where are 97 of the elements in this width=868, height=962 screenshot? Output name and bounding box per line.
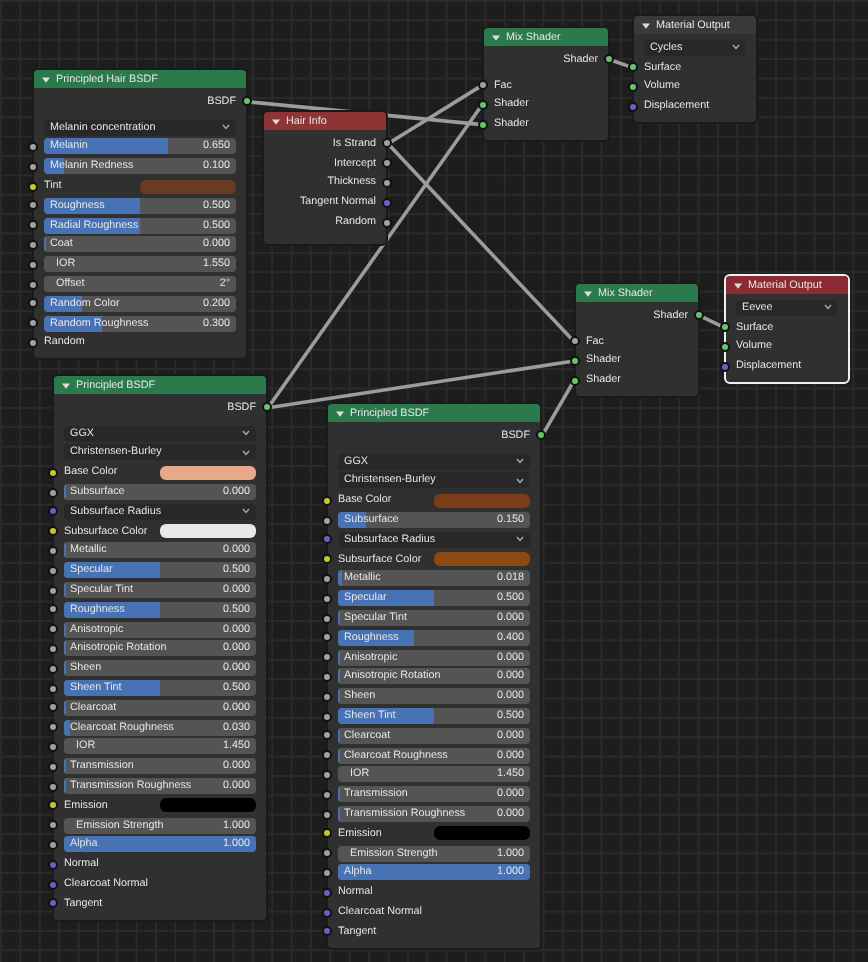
socket[interactable] [322, 613, 332, 624]
chevron-icon [732, 44, 740, 51]
socket[interactable] [322, 495, 332, 506]
collapse-triangle-icon[interactable] [62, 381, 70, 389]
socket[interactable] [628, 62, 638, 73]
socket[interactable] [48, 467, 58, 478]
collapse-triangle-icon[interactable] [42, 75, 50, 83]
chevron-icon [242, 508, 250, 515]
chevron-icon [516, 458, 524, 465]
socket[interactable] [48, 487, 58, 498]
socket[interactable] [28, 200, 38, 211]
color-swatch[interactable] [160, 524, 256, 539]
socket[interactable] [28, 298, 38, 309]
chevron-icon [222, 124, 230, 131]
collapse-triangle-icon[interactable] [734, 281, 742, 289]
socket[interactable] [28, 141, 38, 152]
socket[interactable] [322, 769, 332, 780]
socket[interactable] [48, 800, 58, 811]
socket[interactable] [322, 573, 332, 584]
socket[interactable] [322, 515, 332, 526]
socket[interactable] [48, 663, 58, 674]
socket[interactable] [322, 671, 332, 682]
socket[interactable] [322, 809, 332, 820]
socket[interactable] [536, 430, 546, 441]
socket[interactable] [28, 161, 38, 172]
node-link [609, 58, 633, 70]
socket[interactable] [720, 341, 730, 352]
socket[interactable] [48, 741, 58, 752]
node-link [699, 314, 725, 330]
socket[interactable] [48, 604, 58, 615]
socket[interactable] [694, 310, 704, 321]
socket[interactable] [322, 750, 332, 761]
socket[interactable] [48, 839, 58, 850]
socket[interactable] [28, 318, 38, 329]
socket[interactable] [48, 624, 58, 635]
chevron-icon [516, 536, 524, 543]
collapse-triangle-icon[interactable] [336, 409, 344, 417]
socket[interactable] [570, 355, 580, 366]
socket[interactable] [604, 54, 614, 65]
socket[interactable] [322, 593, 332, 604]
socket[interactable] [48, 761, 58, 772]
socket[interactable] [48, 526, 58, 537]
socket[interactable] [322, 691, 332, 702]
socket[interactable] [28, 337, 38, 348]
node-panel[interactable] [326, 402, 542, 950]
socket[interactable] [48, 722, 58, 733]
color-swatch[interactable] [140, 179, 236, 194]
socket[interactable] [48, 643, 58, 654]
socket[interactable] [28, 220, 38, 231]
socket[interactable] [322, 730, 332, 741]
chevron-icon [242, 430, 250, 437]
color-swatch[interactable] [160, 465, 256, 480]
color-swatch[interactable] [434, 493, 530, 508]
socket[interactable] [322, 848, 332, 859]
socket[interactable] [262, 402, 272, 413]
socket[interactable] [322, 652, 332, 663]
socket[interactable] [28, 239, 38, 250]
socket[interactable] [382, 217, 392, 228]
collapse-triangle-icon[interactable] [642, 21, 650, 29]
collapse-triangle-icon[interactable] [584, 289, 592, 297]
socket[interactable] [382, 158, 392, 169]
socket[interactable] [570, 375, 580, 386]
socket[interactable] [570, 336, 580, 347]
socket[interactable] [322, 789, 332, 800]
socket[interactable] [28, 279, 38, 290]
socket[interactable] [478, 80, 488, 91]
socket[interactable] [322, 867, 332, 878]
collapse-triangle-icon[interactable] [272, 117, 280, 125]
color-swatch[interactable] [160, 798, 256, 813]
color-swatch[interactable] [434, 826, 530, 841]
socket[interactable] [48, 585, 58, 596]
chevron-icon [516, 477, 524, 484]
socket[interactable] [382, 177, 392, 188]
socket[interactable] [478, 99, 488, 110]
socket[interactable] [48, 702, 58, 713]
socket[interactable] [48, 820, 58, 831]
socket[interactable] [28, 259, 38, 270]
socket[interactable] [322, 828, 332, 839]
socket[interactable] [628, 81, 638, 92]
collapse-triangle-icon[interactable] [492, 33, 500, 41]
node-panel[interactable] [52, 374, 268, 922]
socket[interactable] [48, 781, 58, 792]
socket[interactable] [478, 119, 488, 130]
socket[interactable] [28, 181, 38, 192]
socket[interactable] [382, 138, 392, 149]
chevron-icon [824, 304, 832, 311]
color-swatch[interactable] [434, 552, 530, 567]
socket[interactable] [322, 632, 332, 643]
node-panel[interactable] [32, 68, 248, 361]
chevron-icon [242, 449, 250, 456]
socket[interactable] [242, 96, 252, 107]
socket[interactable] [322, 711, 332, 722]
socket[interactable] [48, 565, 58, 576]
socket[interactable] [48, 545, 58, 556]
socket[interactable] [48, 683, 58, 694]
socket[interactable] [322, 554, 332, 565]
socket[interactable] [720, 322, 730, 333]
